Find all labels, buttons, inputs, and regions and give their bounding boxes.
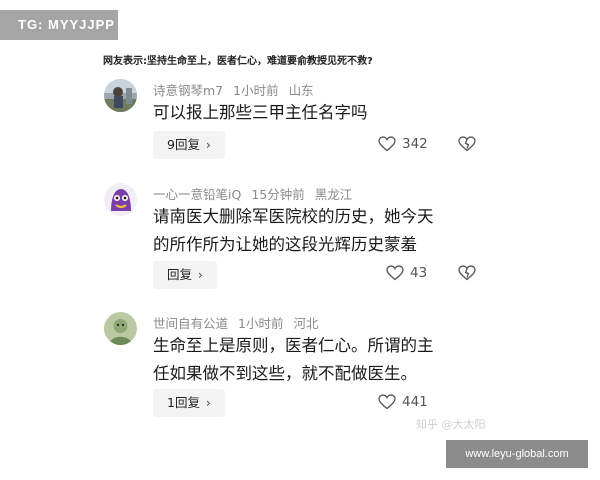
like-button[interactable]: 342 <box>378 136 428 152</box>
comment-text-line: 生命至上是原则，医者仁心。所谓的主 <box>153 336 434 355</box>
comment-item: 诗意钢琴m7 1小时前 山东 可以报上那些三甲主任名字吗 9回复 › 342 <box>104 79 524 169</box>
reply-label: 9回复 <box>167 137 200 152</box>
avatar[interactable] <box>104 312 137 345</box>
chevron-right-icon: › <box>205 396 211 410</box>
like-button[interactable]: 441 <box>378 394 428 410</box>
headline: 网友表示:坚持生命至上，医者仁心，难道要俞教授见死不救? <box>103 56 373 67</box>
comment-text-line: 的所作所为让她的这段光辉历史蒙羞 <box>153 235 417 254</box>
comment-text-line: 任如果做不到这些，就不配做医生。 <box>153 364 417 383</box>
comment-time: 1小时前 <box>238 316 284 331</box>
comment-time: 15分钟前 <box>251 187 305 202</box>
comment-text: 生命至上是原则，医者仁心。所谓的主 任如果做不到这些，就不配做医生。 <box>153 332 473 388</box>
like-count: 441 <box>402 394 428 410</box>
avatar-image <box>104 183 137 216</box>
dislike-button[interactable] <box>458 265 476 285</box>
watermark: 知乎 @大太阳 <box>416 418 486 431</box>
comment-location: 山东 <box>288 83 314 98</box>
comment-meta: 一心一意铅笔iQ 15分钟前 黑龙江 <box>153 184 362 203</box>
comment-item: 世间自有公道 1小时前 河北 生命至上是原则，医者仁心。所谓的主 任如果做不到这些，… <box>104 312 524 422</box>
comment-location: 黑龙江 <box>314 187 353 202</box>
username[interactable]: 一心一意铅笔iQ <box>153 187 241 202</box>
broken-heart-icon <box>458 136 476 152</box>
comment-item: 一心一意铅笔iQ 15分钟前 黑龙江 请南医大删除军医院校的历史，她今天 的所作所为… <box>104 183 524 293</box>
dislike-button[interactable] <box>458 136 476 156</box>
like-count: 342 <box>402 136 428 152</box>
comment-time: 1小时前 <box>233 83 279 98</box>
reply-label: 1回复 <box>167 395 200 410</box>
reply-button[interactable]: 1回复 › <box>153 389 225 417</box>
like-count: 43 <box>410 265 428 281</box>
comment-meta: 诗意钢琴m7 1小时前 山东 <box>153 80 324 99</box>
like-button[interactable]: 43 <box>386 265 427 281</box>
comment-text: 请南医大删除军医院校的历史，她今天 的所作所为让她的这段光辉历史蒙羞 <box>153 203 473 259</box>
heart-icon <box>378 394 396 410</box>
chevron-right-icon: › <box>205 138 211 152</box>
avatar-image <box>104 312 137 345</box>
chevron-right-icon: › <box>198 268 203 282</box>
avatar-image <box>104 79 137 112</box>
username[interactable]: 诗意钢琴m7 <box>153 83 223 98</box>
heart-icon <box>378 136 396 152</box>
tg-badge: TG: MYYJJPP <box>0 10 118 40</box>
comment-location: 河北 <box>293 316 319 331</box>
broken-heart-icon <box>458 265 476 281</box>
avatar[interactable] <box>104 79 137 112</box>
reply-label: 回复 <box>167 267 193 282</box>
comment-text-line: 请南医大删除军医院校的历史，她今天 <box>153 207 434 226</box>
reply-button[interactable]: 9回复 › <box>153 131 225 159</box>
heart-icon <box>386 265 404 281</box>
username[interactable]: 世间自有公道 <box>153 316 228 331</box>
avatar[interactable] <box>104 183 137 216</box>
comment-text: 可以报上那些三甲主任名字吗 <box>153 103 368 122</box>
site-badge: www.leyu-global.com <box>446 440 588 468</box>
comment-meta: 世间自有公道 1小时前 河北 <box>153 313 328 332</box>
reply-button[interactable]: 回复 › <box>153 261 217 289</box>
